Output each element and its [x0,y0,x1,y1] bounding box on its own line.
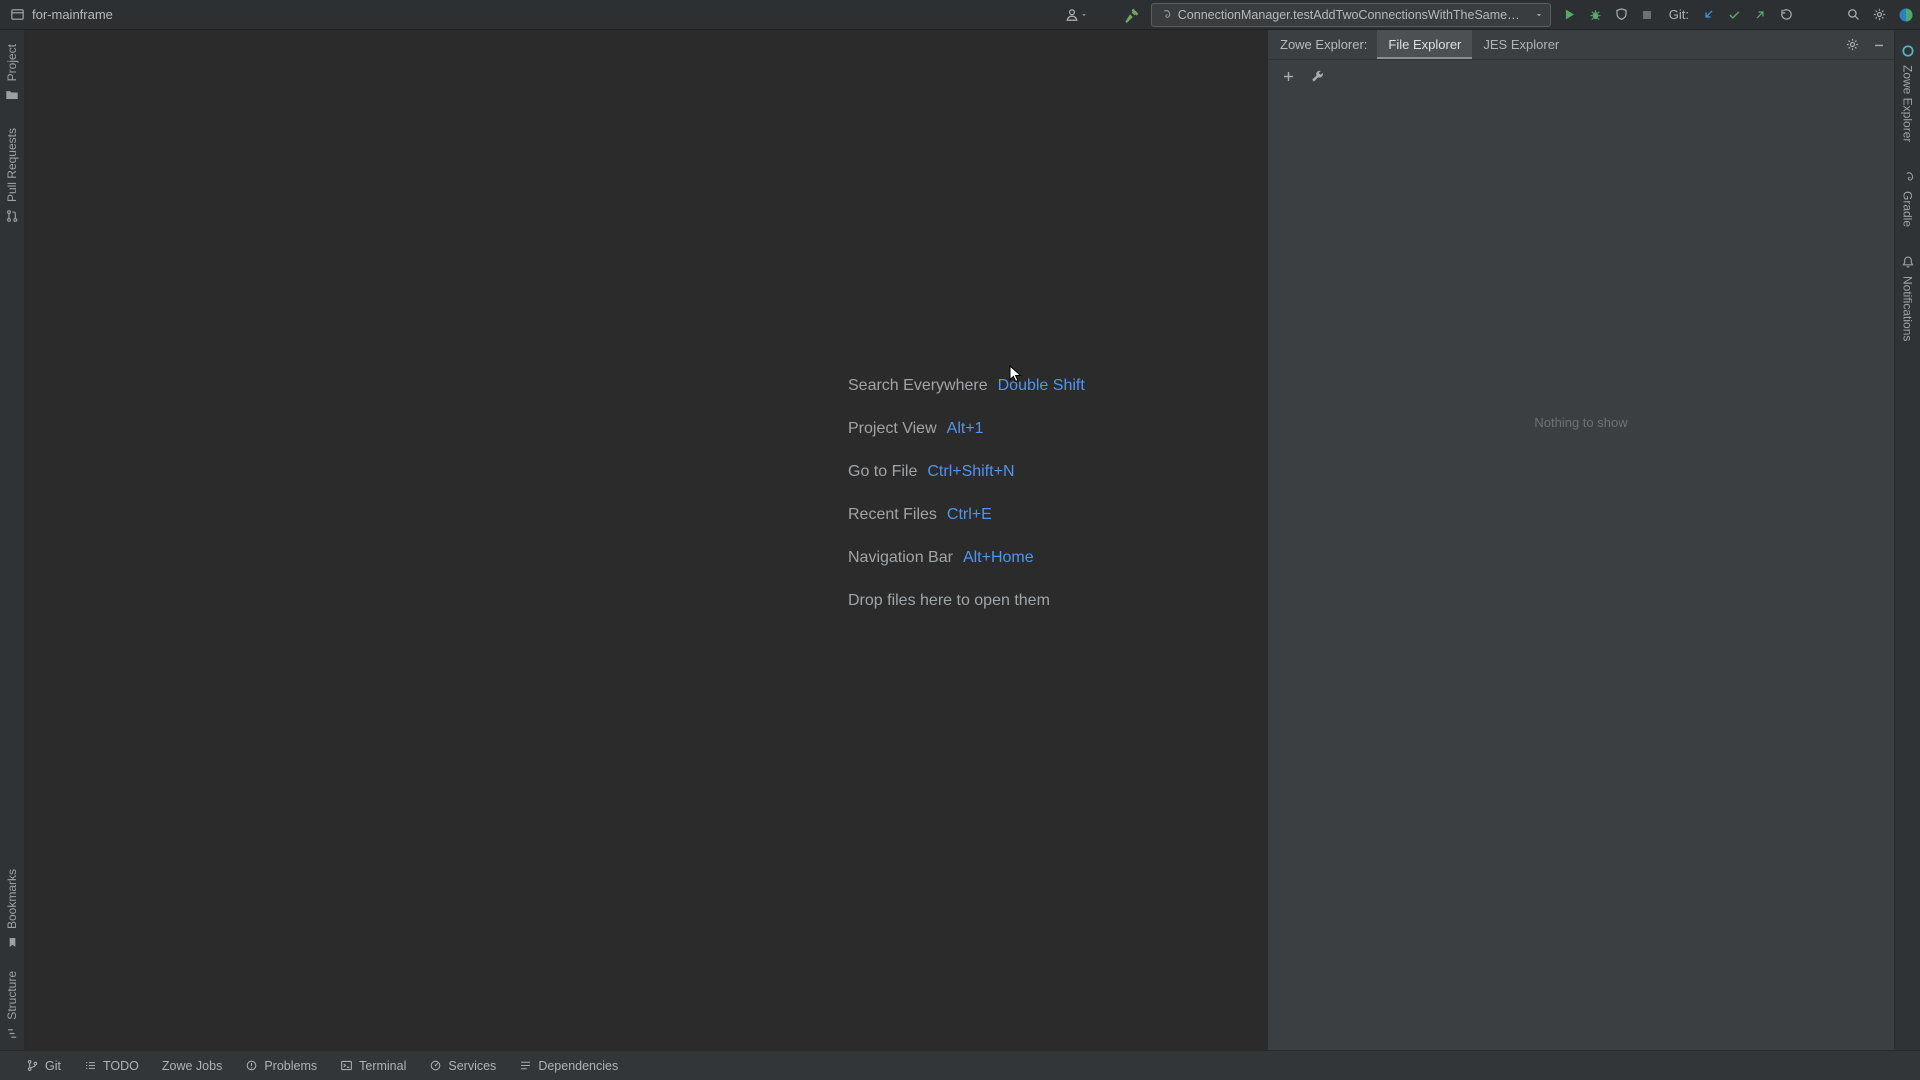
hint-label: Project View [848,419,937,437]
stripe-notifications[interactable]: Notifications [1900,255,1915,342]
stop-icon[interactable] [1640,8,1654,22]
build-hammer-icon[interactable] [1124,7,1140,23]
statusbar-label: Git [45,1058,61,1073]
zowe-icon [1901,44,1915,58]
git-label: Git: [1668,7,1689,22]
terminal-icon [340,1059,353,1072]
hint-row: Recent Files Ctrl+E [848,493,1085,536]
zowe-tool-window: Zowe Explorer: File Explorer JES Explore… [1267,30,1894,1050]
mouse-cursor [1009,364,1022,389]
run-config-icon [1159,8,1172,21]
stripe-label: Bookmarks [5,869,19,930]
stripe-label: Notifications [1900,276,1915,342]
stripe-pull-requests[interactable]: Pull Requests [5,128,19,223]
hint-label: Search Everywhere [848,376,988,394]
zowe-tree-area[interactable]: Nothing to show [1268,92,1894,1050]
hint-row: Go to File Ctrl+Shift+N [848,450,1085,493]
stripe-project[interactable]: Project [5,44,19,102]
coverage-icon[interactable] [1614,7,1629,22]
user-dropdown-icon[interactable] [1064,7,1088,23]
statusbar-terminal[interactable]: Terminal [340,1059,406,1073]
hint-label: Go to File [848,462,918,480]
settings-icon[interactable] [1872,7,1887,22]
statusbar-todo[interactable]: TODO [84,1059,139,1073]
statusbar: Git TODO Zowe Jobs Problems Terminal Ser… [0,1050,1920,1080]
run-config-select[interactable]: ConnectionManager.testAddTwoConnectionsW… [1150,2,1551,27]
app-icon [10,7,25,22]
stripe-structure[interactable]: Structure [5,971,19,1040]
project-name: for-mainframe [32,7,113,22]
hint-label: Navigation Bar [848,548,953,566]
zowe-toolbar [1268,60,1894,92]
bell-icon [1901,255,1915,269]
left-toolwindow-stripe: Project Pull Requests Bookmarks Structur… [0,30,25,1050]
hint-row: Navigation Bar Alt+Home [848,536,1085,579]
structure-icon [6,1027,19,1040]
tool-window-title: Zowe Explorer: [1280,37,1368,52]
stripe-bookmarks[interactable]: Bookmarks [5,869,19,949]
commit-icon[interactable] [1727,7,1742,22]
avatar[interactable] [1898,7,1914,23]
folder-icon [5,88,19,102]
tab-file-explorer[interactable]: File Explorer [1377,30,1473,59]
gradle-icon [1901,170,1915,184]
statusbar-zowe-jobs[interactable]: Zowe Jobs [162,1059,222,1073]
stripe-label: Pull Requests [5,128,19,203]
todo-icon [84,1059,97,1072]
right-toolwindow-stripe: Zowe Explorer Gradle Notifications [1894,30,1920,1050]
stripe-gradle[interactable]: Gradle [1901,170,1915,227]
statusbar-label: Problems [264,1058,318,1073]
hint-label: Recent Files [848,505,937,523]
problems-icon [245,1059,258,1072]
empty-editor-hints: Search Everywhere Double Shift Project V… [848,364,1085,622]
hint-shortcut[interactable]: Ctrl+E [947,506,992,524]
empty-message: Nothing to show [1534,415,1628,430]
statusbar-dependencies[interactable]: Dependencies [519,1059,618,1073]
bookmark-icon [6,936,19,949]
tool-window-header: Zowe Explorer: File Explorer JES Explore… [1268,30,1894,60]
run-config-name: ConnectionManager.testAddTwoConnectionsW… [1177,7,1528,22]
hint-row: Drop files here to open them [848,579,1085,622]
statusbar-label: TODO [102,1058,139,1073]
update-project-icon[interactable] [1701,7,1716,22]
editor-area[interactable]: Search Everywhere Double Shift Project V… [25,30,1267,1050]
hint-shortcut[interactable]: Alt+Home [963,549,1034,567]
hint-row: Search Everywhere Double Shift [848,364,1085,407]
pull-request-icon [5,209,19,223]
dependencies-icon [519,1059,532,1072]
statusbar-services[interactable]: Services [429,1059,496,1073]
stripe-label: Zowe Explorer [1900,65,1915,143]
statusbar-label: Services [448,1058,497,1073]
ide-window: for-mainframe ConnectionManager.testAddT… [0,0,1920,1080]
hint-row: Project View Alt+1 [848,407,1085,450]
statusbar-git[interactable]: Git [26,1059,61,1073]
hint-label: Drop files here to open them [848,591,1050,609]
tab-jes-explorer[interactable]: JES Explorer [1472,30,1570,59]
statusbar-problems[interactable]: Problems [245,1059,317,1073]
rollback-icon[interactable] [1779,7,1794,22]
push-icon[interactable] [1753,7,1768,22]
hint-shortcut[interactable]: Ctrl+Shift+N [927,463,1014,481]
tool-window-options-icon[interactable] [1845,37,1860,52]
add-profile-icon[interactable] [1281,69,1296,84]
stripe-label: Project [5,44,19,82]
git-branch-icon [26,1059,39,1072]
stripe-label: Gradle [1900,191,1915,228]
statusbar-label: Zowe Jobs [161,1058,223,1073]
stripe-zowe-explorer[interactable]: Zowe Explorer [1901,44,1915,142]
caret-down-icon [1534,10,1544,20]
debug-icon[interactable] [1588,7,1603,22]
hide-tool-window-icon[interactable] [1872,38,1886,52]
titlebar: for-mainframe ConnectionManager.testAddT… [0,0,1920,30]
hint-shortcut[interactable]: Alt+1 [947,420,984,438]
run-icon[interactable] [1562,7,1577,22]
statusbar-label: Terminal [359,1058,407,1073]
services-icon [429,1059,442,1072]
stripe-label: Structure [5,971,19,1020]
wrench-icon[interactable] [1310,69,1325,84]
search-icon[interactable] [1846,7,1861,22]
statusbar-label: Dependencies [538,1058,619,1073]
